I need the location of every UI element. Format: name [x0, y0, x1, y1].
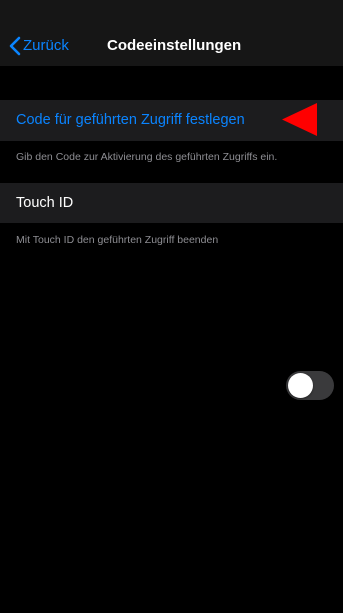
toggle-knob[interactable] [288, 373, 313, 398]
touch-id-toggle[interactable] [286, 371, 334, 400]
touch-id-row: Touch ID [0, 183, 343, 400]
set-code-label[interactable]: Code für geführten Zugriff festlegen [16, 110, 245, 130]
navigation-bar: Zurück Codeeinstellungen [0, 0, 343, 66]
back-button[interactable]: Zurück [9, 34, 69, 58]
touch-id-footnote: Mit Touch ID den geführten Zugriff beend… [16, 234, 219, 246]
phone-screen: Zurück Codeeinstellungen Code für geführ… [0, 0, 343, 613]
chevron-left-icon [9, 36, 21, 56]
red-arrow-left-icon [282, 103, 317, 136]
touch-id-label: Touch ID [16, 195, 74, 211]
set-code-footnote: Gib den Code zur Aktivierung des geführt… [16, 151, 278, 163]
page-title: Codeeinstellungen [107, 37, 242, 54]
back-button-label: Zurück [23, 37, 69, 54]
